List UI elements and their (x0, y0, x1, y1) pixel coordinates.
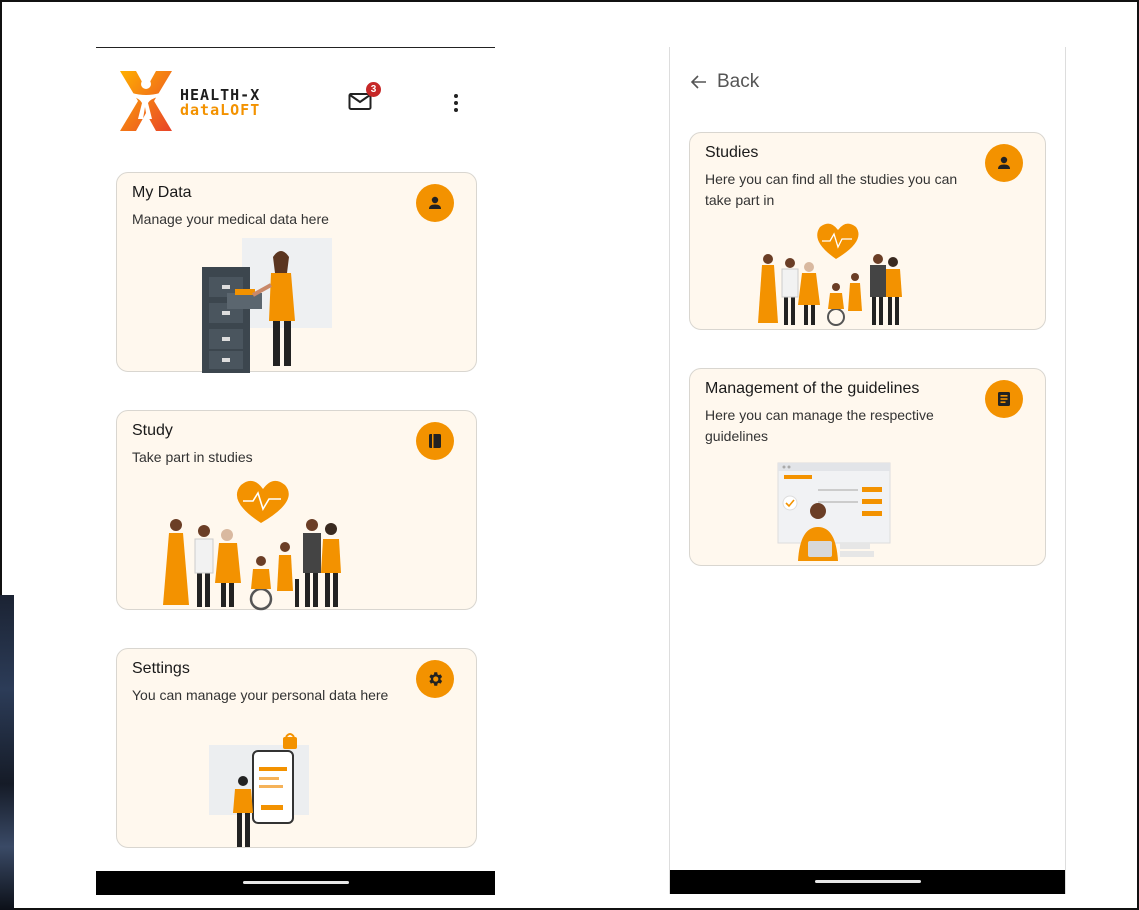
card-guidelines-management[interactable]: Management of the guidelines Here you ca… (689, 368, 1046, 566)
people-heart-illustration (163, 480, 341, 611)
back-label: Back (717, 71, 760, 92)
home-screen: HEALTH-X dataLOFT 3 My Data Manage your … (96, 47, 495, 895)
logo-text: HEALTH-X dataLOFT (180, 88, 260, 118)
logo-line-2: dataLOFT (180, 101, 261, 119)
background-image-strip (0, 595, 14, 910)
phone-settings-illustration (209, 733, 309, 847)
person-icon (416, 184, 454, 222)
card-title: Studies (705, 144, 759, 161)
card-description: Take part in studies (132, 449, 253, 465)
more-options-icon[interactable] (451, 92, 461, 114)
card-my-data[interactable]: My Data Manage your medical data here (116, 172, 477, 373)
card-title: My Data (132, 184, 192, 201)
gear-icon (416, 660, 454, 698)
person-icon (985, 144, 1023, 182)
logo-icon (120, 71, 172, 131)
system-nav-bar (96, 871, 495, 895)
card-study[interactable]: Study Take part in studies (116, 410, 477, 611)
filing-cabinet-illustration (202, 238, 332, 373)
card-description: Manage your medical data here (132, 211, 329, 227)
back-button[interactable]: Back (691, 71, 759, 93)
system-nav-bar (670, 870, 1065, 894)
people-heart-illustration (758, 223, 902, 326)
card-studies[interactable]: Studies Here you can find all the studie… (689, 132, 1046, 330)
guidelines-illustration (777, 462, 891, 561)
card-settings[interactable]: Settings You can manage your personal da… (116, 648, 477, 848)
card-title: Management of the guidelines (705, 380, 920, 397)
card-title: Settings (132, 660, 190, 677)
home-gesture-handle[interactable] (814, 880, 921, 883)
study-detail-screen: Back Studies Here you can find all the s… (669, 47, 1066, 894)
app-header: HEALTH-X dataLOFT 3 (96, 48, 495, 158)
card-title: Study (132, 422, 173, 439)
card-description: Here you can find all the studies you ca… (705, 171, 958, 208)
arrow-left-icon (691, 75, 706, 89)
card-description: Here you can manage the respective guide… (705, 407, 934, 444)
home-gesture-handle[interactable] (242, 881, 349, 884)
unread-badge: 3 (366, 82, 381, 97)
book-icon (416, 422, 454, 460)
document-list-icon (985, 380, 1023, 418)
card-description: You can manage your personal data here (132, 687, 389, 703)
